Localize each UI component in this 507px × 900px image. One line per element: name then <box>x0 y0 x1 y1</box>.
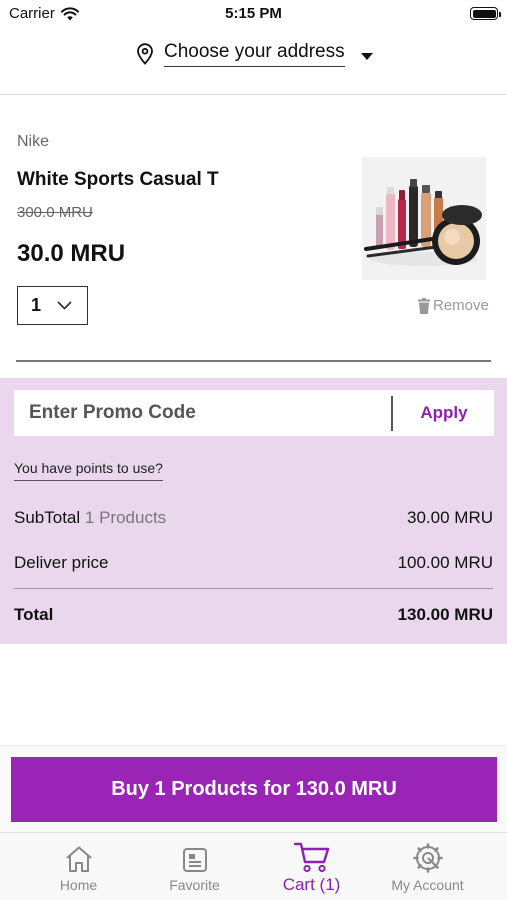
delivery-row: Deliver price 100.00 MRU <box>14 553 493 573</box>
tab-favorite[interactable]: Favorite <box>131 833 258 900</box>
product-price: 30.0 MRU <box>17 240 126 267</box>
delivery-label: Deliver price <box>14 553 109 572</box>
total-label: Total <box>14 605 54 624</box>
product-brand: Nike <box>17 133 50 150</box>
subtotal-label: SubTotal <box>14 508 81 527</box>
trash-icon <box>418 297 430 314</box>
subtotal-label-group: SubTotal 1 Products <box>14 508 166 528</box>
subtotal-value: 30.00 MRU <box>407 508 493 527</box>
product-image[interactable] <box>362 157 486 280</box>
cart-icon <box>293 842 329 873</box>
summary-divider <box>14 588 493 589</box>
tab-my-account[interactable]: My Account <box>364 833 491 900</box>
status-time: 5:15 PM <box>225 5 282 22</box>
tab-home[interactable]: Home <box>15 833 142 900</box>
promo-separator <box>391 396 393 431</box>
total-value: 130.00 MRU <box>397 605 493 624</box>
gear-icon <box>412 843 443 873</box>
address-label[interactable]: Choose your address <box>164 41 345 67</box>
promo-code-input[interactable] <box>14 390 390 436</box>
quantity-select[interactable]: 1 <box>17 286 88 325</box>
promo-box: Apply <box>14 390 494 436</box>
address-bar: Choose your address <box>0 28 507 95</box>
tab-my-account-label: My Account <box>391 877 464 893</box>
delivery-value: 100.00 MRU <box>397 553 493 572</box>
subtotal-row: SubTotal 1 Products 30.00 MRU <box>14 508 493 528</box>
apply-button[interactable]: Apply <box>394 390 494 436</box>
battery-icon <box>470 7 501 20</box>
status-bar: Carrier 5:15 PM <box>0 0 507 28</box>
address-selector[interactable]: Choose your address <box>136 41 373 67</box>
buy-button[interactable]: Buy 1 Products for 130.0 MRU <box>11 757 497 822</box>
location-pin-icon <box>137 43 153 65</box>
remove-label: Remove <box>433 297 489 314</box>
total-row: Total 130.00 MRU <box>14 605 493 625</box>
quantity-value: 1 <box>31 295 42 315</box>
chevron-down-icon[interactable] <box>360 52 373 60</box>
checkout-bar: Buy 1 Products for 130.0 MRU <box>0 745 507 832</box>
tab-cart[interactable]: Cart (1) <box>248 833 375 900</box>
favorite-icon <box>182 848 207 872</box>
cosmetics-image-icon <box>362 157 486 280</box>
tab-cart-label: Cart (1) <box>282 875 341 894</box>
subtotal-count: 1 Products <box>84 508 167 527</box>
chevron-down-icon <box>57 301 72 310</box>
divider <box>16 360 491 362</box>
tab-favorite-label: Favorite <box>169 877 220 893</box>
points-link[interactable]: You have points to use? <box>14 460 163 481</box>
home-icon <box>65 846 92 872</box>
tab-bar: Home Favorite Cart (1) My Account <box>0 832 507 900</box>
tab-home-label: Home <box>59 877 98 893</box>
product-old-price: 300.0 MRU <box>17 204 93 221</box>
order-summary-panel: Apply You have points to use? SubTotal 1… <box>0 378 507 644</box>
product-name[interactable]: White Sports Casual T <box>17 169 219 191</box>
remove-button[interactable]: Remove <box>418 297 489 314</box>
